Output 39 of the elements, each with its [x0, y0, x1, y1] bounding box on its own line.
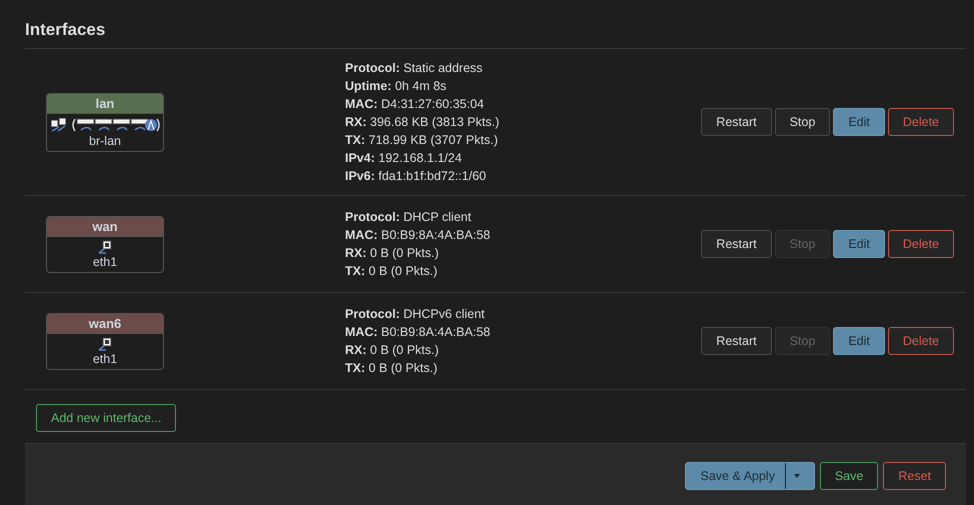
row-action-button[interactable]: Edit [833, 230, 885, 258]
interface-name: lan [47, 94, 163, 114]
row-action-button[interactable]: Restart [701, 108, 772, 136]
caret-icon [794, 474, 800, 478]
detail-line: MAC: B0:B9:8A:4A:BA:58 [345, 227, 492, 244]
interface-name: wan [47, 216, 163, 236]
ethernet-port-icon [98, 336, 112, 350]
row-action-button[interactable]: Restart [701, 327, 772, 355]
section-title: Interfaces [25, 0, 966, 49]
device-name: eth1 [92, 352, 118, 366]
detail-line: TX: 0 B (0 Pkts.) [345, 263, 438, 280]
detail-line: TX: 0 B (0 Pkts.) [345, 360, 438, 377]
detail-line: Protocol: Static address [345, 60, 484, 77]
detail-line: MAC: D4:31:27:60:35:04 [345, 96, 485, 113]
footer-button[interactable]: Save [820, 462, 878, 490]
detail-line: RX: 0 B (0 Pkts.) [345, 342, 440, 359]
device-name: eth1 [92, 254, 118, 268]
footer-button[interactable]: Save & Apply [685, 462, 815, 490]
row-action-button[interactable]: Delete [888, 230, 954, 258]
detail-line: TX: 718.99 KB (3707 Pkts.) [345, 132, 499, 149]
detail-line: Uptime: 0h 4m 8s [345, 78, 448, 95]
detail-line: IPv4: 192.168.1.1/24 [345, 150, 463, 167]
detail-line: MAC: B0:B9:8A:4A:BA:58 [345, 324, 492, 341]
footer-button[interactable]: Reset [883, 462, 946, 490]
detail-line: Protocol: DHCP client [345, 209, 472, 226]
row-action-button[interactable]: Delete [888, 327, 954, 355]
row-action-button[interactable]: Stop [774, 108, 830, 136]
detail-line: RX: 396.68 KB (3813 Pkts.) [345, 114, 500, 131]
row-action-button[interactable]: Delete [888, 108, 954, 136]
detail-line: Protocol: DHCPv6 client [345, 306, 486, 323]
ethernet-port-icon [98, 240, 112, 254]
row-action-button[interactable]: Edit [833, 108, 885, 136]
row-action-button[interactable]: Restart [701, 230, 772, 258]
detail-line: RX: 0 B (0 Pkts.) [345, 245, 440, 262]
device-name: br-lan [89, 134, 121, 148]
detail-line: IPv6: fda1:b1f:bd72::1/60 [345, 168, 488, 185]
add-interface-button[interactable]: Add new interface... [36, 404, 176, 432]
row-action-button[interactable]: Edit [833, 327, 885, 355]
interface-name: wan6 [47, 314, 163, 334]
